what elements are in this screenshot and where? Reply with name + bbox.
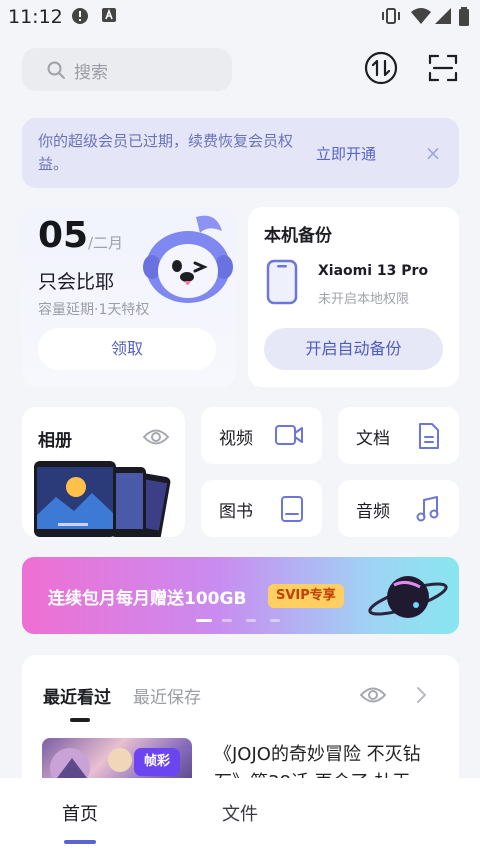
renew-link[interactable]: 立即开通 [316, 143, 376, 164]
video-icon [274, 422, 304, 448]
device-status: 未开启本地权限 [318, 292, 410, 307]
category-video[interactable]: 视频 [201, 407, 322, 464]
album-preview-images [34, 461, 184, 537]
svip-tag: SVIP专享 [268, 584, 344, 608]
category-label: 图书 [219, 502, 253, 522]
book-icon [280, 495, 304, 523]
category-audio[interactable]: 音频 [338, 480, 459, 537]
month-label: /二月 [88, 234, 124, 252]
mascot-icon [138, 211, 238, 309]
promo-banner[interactable]: 连续包月每月赠送100GB SVIP专享 [22, 557, 459, 634]
notice-text: 你的超级会员已过期，续费恢复会员权益。 [38, 132, 294, 173]
nav-home[interactable]: 首页 [62, 800, 98, 826]
signal-icon [434, 7, 452, 25]
search-icon [46, 60, 66, 80]
category-label: 文档 [356, 429, 390, 449]
music-icon [415, 495, 441, 523]
vip-expired-notice: 你的超级会员已过期，续费恢复会员权益。 立即开通 × [22, 118, 459, 188]
status-time: 11:12 [8, 6, 63, 28]
tab-recently-saved[interactable]: 最近保存 [133, 683, 201, 708]
battery-icon [458, 7, 470, 27]
tab-indicator [70, 718, 90, 722]
carousel-dot-active [196, 619, 212, 622]
vibrate-icon [380, 7, 402, 25]
bottom-nav: 首页 文件 [0, 778, 480, 853]
close-icon[interactable]: × [422, 142, 444, 164]
document-icon [417, 422, 441, 450]
tab-recently-viewed[interactable]: 最近看过 [43, 683, 111, 708]
local-backup-card: 本机备份 Xiaomi 13 Pro 未开启本地权限 开启自动备份 [248, 207, 459, 387]
search-placeholder: 搜索 [74, 63, 108, 83]
carousel-dot [246, 619, 256, 622]
transfer-button[interactable] [363, 50, 399, 86]
carousel-dot [222, 619, 232, 622]
scan-icon [428, 54, 458, 82]
daily-title: 只会比耶 [38, 271, 115, 293]
wifi-icon [410, 7, 432, 25]
recent-section: 最近看过 最近保存 帧彩 《JOJO的奇妙冒险 不灭钻石》第38话 再会了 杜王 [22, 655, 459, 785]
transfer-icon [364, 51, 398, 85]
enable-auto-backup-button[interactable]: 开启自动备份 [264, 328, 443, 370]
phone-icon [266, 259, 298, 305]
nav-files[interactable]: 文件 [222, 800, 258, 826]
eye-icon[interactable] [359, 685, 387, 705]
day-number: 05 [38, 215, 89, 256]
album-card[interactable]: 相册 [22, 407, 185, 537]
chevron-right-icon[interactable] [415, 686, 427, 704]
banner-text: 连续包月每月赠送100GB [48, 589, 247, 609]
alert-icon [71, 7, 89, 25]
device-name: Xiaomi 13 Pro [318, 263, 429, 279]
search-input[interactable]: 搜索 [22, 48, 232, 91]
carousel-dot [270, 619, 280, 622]
claim-button[interactable]: 领取 [38, 328, 216, 370]
category-book[interactable]: 图书 [201, 480, 322, 537]
daily-reward-card: 05 /二月 只会比耶 容量延期·1天特权 领取 [22, 207, 236, 387]
category-document[interactable]: 文档 [338, 407, 459, 464]
daily-subtitle: 容量延期·1天特权 [38, 302, 150, 318]
planet-icon [366, 567, 450, 627]
app-notification-icon [101, 7, 117, 23]
nav-active-indicator [64, 840, 96, 844]
backup-title: 本机备份 [264, 226, 332, 246]
quality-badge: 帧彩 [134, 748, 180, 776]
eye-icon[interactable] [142, 427, 170, 447]
category-label: 音频 [356, 502, 390, 522]
album-title: 相册 [38, 431, 72, 451]
status-bar: 11:12 [0, 0, 480, 34]
scan-button[interactable] [425, 50, 461, 86]
category-label: 视频 [219, 429, 253, 449]
